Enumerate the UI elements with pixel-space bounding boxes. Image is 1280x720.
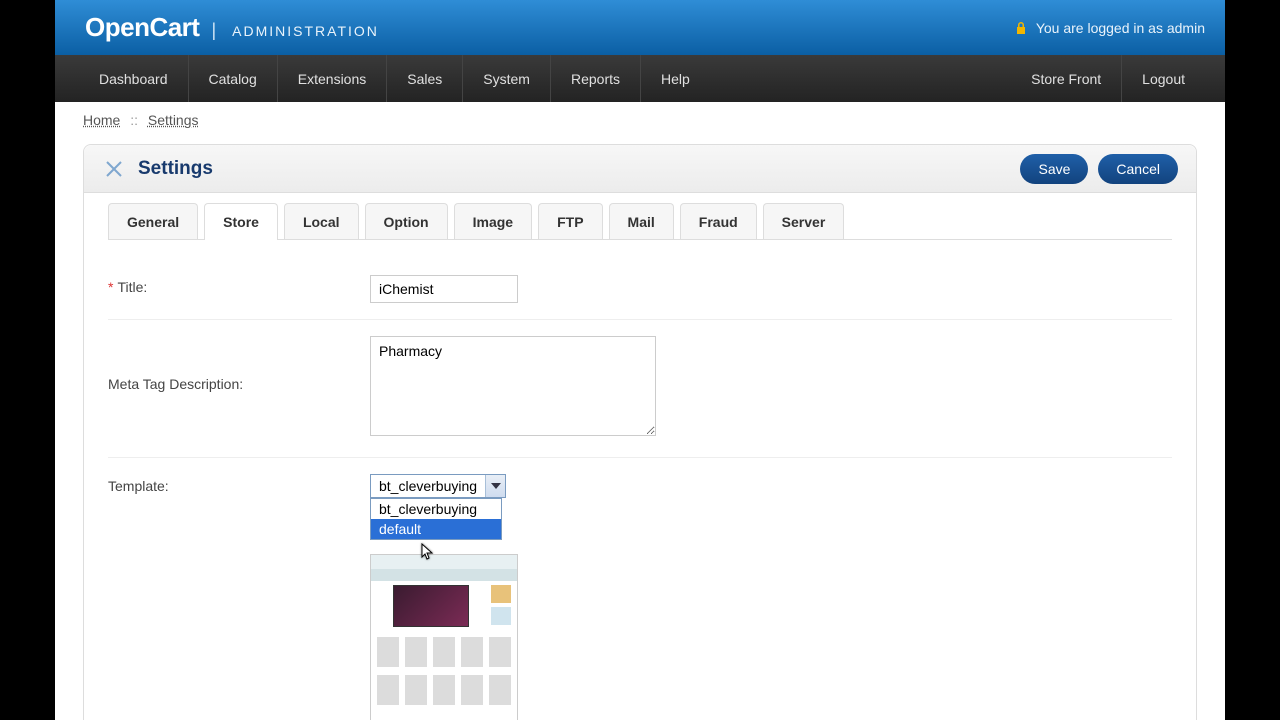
nav-store-front[interactable]: Store Front (1011, 55, 1121, 102)
row-meta: Meta Tag Description: (108, 320, 1172, 458)
save-button[interactable]: Save (1020, 154, 1088, 184)
cancel-button[interactable]: Cancel (1098, 154, 1178, 184)
tab-fraud[interactable]: Fraud (680, 203, 757, 240)
nav-right: Store Front Logout (1011, 55, 1205, 102)
brand-separator: | (211, 20, 216, 41)
chevron-down-icon[interactable] (485, 475, 505, 497)
template-option-cleverbuying[interactable]: bt_cleverbuying (371, 499, 501, 519)
app-window: OpenCart | ADMINISTRATION You are logged… (55, 0, 1225, 720)
template-select[interactable]: bt_cleverbuying (370, 474, 506, 498)
nav-left: Dashboard Catalog Extensions Sales Syste… (79, 55, 710, 102)
panel-title: Settings (138, 158, 213, 180)
nav-extensions[interactable]: Extensions (277, 55, 386, 102)
brand-subtitle: ADMINISTRATION (232, 23, 379, 39)
nav-logout[interactable]: Logout (1121, 55, 1205, 102)
settings-icon (102, 157, 126, 181)
template-select-value: bt_cleverbuying (371, 475, 485, 497)
breadcrumb: Home :: Settings (55, 102, 1225, 138)
brand: OpenCart | ADMINISTRATION (85, 12, 379, 43)
template-dropdown[interactable]: bt_cleverbuying default (370, 498, 502, 540)
panel-header: Settings Save Cancel (84, 145, 1196, 193)
tab-ftp[interactable]: FTP (538, 203, 602, 240)
tab-server[interactable]: Server (763, 203, 845, 240)
nav-reports[interactable]: Reports (550, 55, 640, 102)
tab-local[interactable]: Local (284, 203, 359, 240)
required-marker: * (108, 279, 113, 295)
nav-dashboard[interactable]: Dashboard (79, 55, 188, 102)
settings-panel: Settings Save Cancel General Store Local… (83, 144, 1197, 720)
meta-textarea[interactable] (370, 336, 656, 436)
title-label: Title: (117, 279, 147, 295)
nav-sales[interactable]: Sales (386, 55, 462, 102)
template-label: Template: (108, 478, 169, 494)
breadcrumb-home[interactable]: Home (83, 112, 120, 128)
row-template: Template: bt_cleverbuying bt_cleverbuyin… (108, 458, 1172, 720)
title-input[interactable] (370, 275, 518, 303)
lock-icon (1014, 21, 1028, 35)
breadcrumb-current[interactable]: Settings (148, 112, 199, 128)
tab-general[interactable]: General (108, 203, 198, 240)
nav-help[interactable]: Help (640, 55, 710, 102)
template-preview (370, 554, 518, 720)
login-status: You are logged in as admin (1014, 20, 1205, 36)
nav-system[interactable]: System (462, 55, 550, 102)
breadcrumb-sep: :: (130, 112, 138, 128)
row-title: *Title: (108, 259, 1172, 320)
form-area: *Title: Meta Tag Description: Template: (84, 241, 1196, 720)
meta-label: Meta Tag Description: (108, 376, 243, 392)
header: OpenCart | ADMINISTRATION You are logged… (55, 0, 1225, 55)
template-option-default[interactable]: default (371, 519, 501, 539)
tab-option[interactable]: Option (365, 203, 448, 240)
login-status-text: You are logged in as admin (1036, 20, 1205, 36)
tab-mail[interactable]: Mail (609, 203, 674, 240)
tabs: General Store Local Option Image FTP Mai… (84, 193, 1196, 240)
navbar: Dashboard Catalog Extensions Sales Syste… (55, 55, 1225, 102)
brand-logo: OpenCart (85, 12, 199, 43)
nav-catalog[interactable]: Catalog (188, 55, 277, 102)
tab-store[interactable]: Store (204, 203, 278, 240)
tab-image[interactable]: Image (454, 203, 532, 240)
